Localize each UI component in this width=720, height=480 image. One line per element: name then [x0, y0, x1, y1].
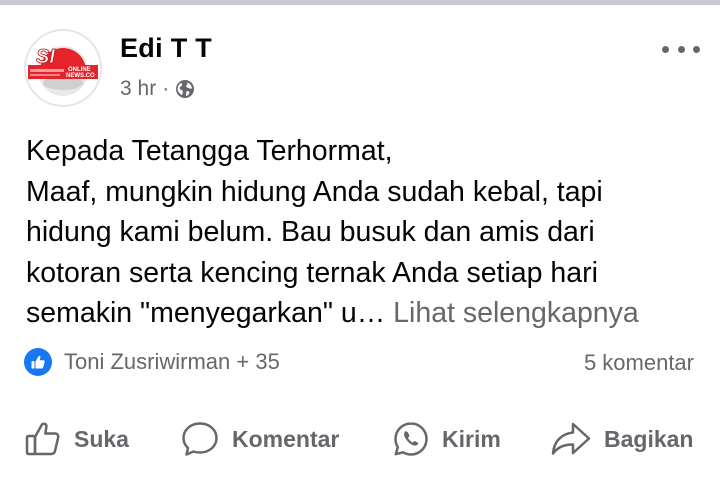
avatar[interactable]: SI ONLINE NEWS.CO: [24, 29, 102, 107]
share-icon: [551, 422, 591, 455]
post-time[interactable]: 3 hr: [120, 77, 156, 101]
reactions-summary[interactable]: Toni Zusriwirman + 35: [24, 348, 280, 376]
share-label: Bagikan: [604, 425, 694, 452]
comments-count[interactable]: 5 komentar: [584, 350, 694, 376]
svg-text:SI: SI: [36, 46, 55, 68]
svg-text:NEWS.CO: NEWS.CO: [66, 73, 95, 79]
more-dot: [662, 45, 669, 53]
action-bar: Suka Komentar Kirim Bagikan: [0, 415, 720, 463]
whatsapp-icon: [394, 422, 428, 456]
author-name[interactable]: Edi T T: [120, 33, 212, 64]
more-dot: [693, 45, 700, 53]
like-button[interactable]: Suka: [24, 415, 129, 463]
send-label: Kirim: [442, 425, 501, 452]
post-body-line: Maaf, mungkin hidung Anda sudah kebal, t…: [26, 175, 603, 208]
post-body-line-last: semakin "menyegarkan" u… Lihat selengkap…: [26, 293, 706, 334]
post-body-line: kotoran serta kencing ternak Anda setiap…: [26, 256, 598, 289]
globe-icon: [175, 79, 195, 99]
post-body: Kepada Tetangga Terhormat, Maaf, mungkin…: [26, 131, 706, 334]
thumbs-up-icon: [25, 422, 60, 456]
send-button[interactable]: Kirim: [392, 415, 501, 463]
see-more-link[interactable]: Lihat selengkapnya: [393, 297, 639, 329]
more-options-icon[interactable]: [662, 41, 700, 57]
comment-label: Komentar: [232, 425, 340, 452]
meta-separator: ·: [162, 77, 170, 100]
like-reaction-icon: [24, 348, 52, 376]
like-label: Suka: [74, 425, 129, 452]
post-body-truncated: semakin "menyegarkan" u…: [26, 297, 394, 329]
post-body-line: Kepada Tetangga Terhormat,: [26, 135, 393, 167]
post-body-line: hidung kami belum. Bau busuk dan amis da…: [26, 216, 595, 248]
comment-button[interactable]: Komentar: [180, 415, 339, 463]
avatar-logo: SI ONLINE NEWS.CO: [26, 31, 100, 105]
comment-icon: [182, 422, 218, 456]
share-button[interactable]: Bagikan: [550, 415, 693, 463]
post-meta: 3 hr ·: [120, 77, 195, 101]
more-dot: [677, 45, 685, 53]
reaction-names: Toni Zusriwirman + 35: [64, 349, 280, 374]
post-card: SI ONLINE NEWS.CO Edi T T 3 hr · Kepada …: [0, 5, 720, 480]
